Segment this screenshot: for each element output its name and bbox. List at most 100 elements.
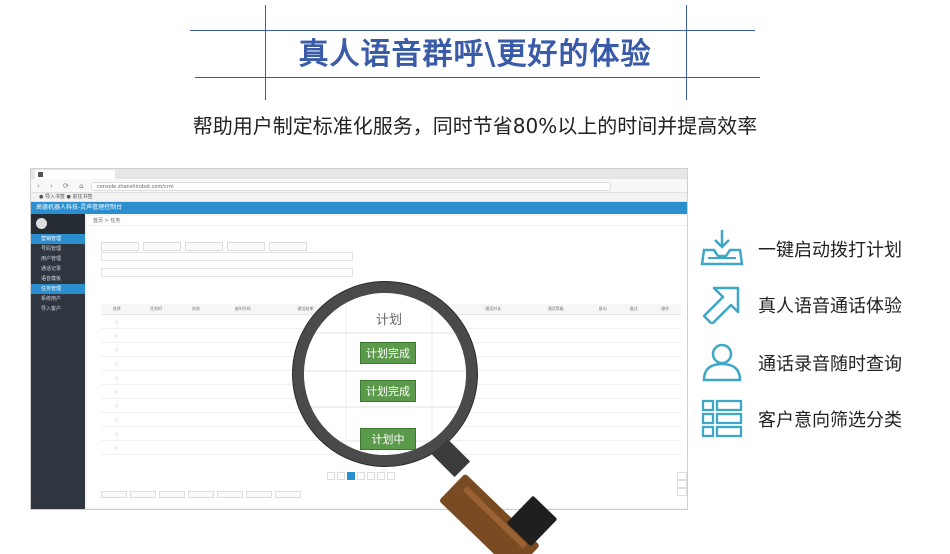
table-cell	[211, 328, 275, 343]
table-cell	[524, 440, 587, 455]
status-badge: 计划中	[360, 428, 416, 450]
page-subtitle: 帮助用户制定标准化服务，同时节省80%以上的时间并提高效率	[192, 114, 758, 138]
feature-item: 客户意向筛选分类	[700, 398, 940, 438]
table-cell	[132, 342, 181, 357]
table-cell	[180, 412, 212, 427]
footer-button	[101, 491, 127, 498]
arrow-up-right-icon	[702, 286, 740, 324]
table-cell: ○	[101, 384, 133, 399]
table-cell: ○	[101, 356, 133, 371]
page-button	[337, 472, 345, 480]
feature-label: 真人语音通话体验	[758, 296, 902, 317]
filter-box	[269, 242, 307, 251]
table-cell	[132, 426, 181, 441]
table-cell	[211, 342, 275, 357]
status-badge: 计划完成	[360, 380, 416, 402]
table-cell	[211, 314, 275, 329]
table-cell	[649, 328, 681, 343]
table-cell	[524, 342, 587, 357]
table-cell	[649, 370, 681, 385]
feature-item: 通话录音随时查询	[700, 342, 940, 382]
table-cell	[587, 412, 619, 427]
footer-button	[275, 491, 301, 498]
table-cell: ○	[101, 398, 133, 413]
table-cell	[132, 314, 181, 329]
sidebar-item: 营销管理	[31, 234, 85, 244]
table-cell	[649, 398, 681, 413]
table-cell	[211, 426, 275, 441]
page-button	[377, 472, 385, 480]
table-cell	[524, 398, 587, 413]
sidebar-user	[31, 214, 85, 234]
table-header: 通话等级	[524, 304, 587, 315]
table-cell	[618, 398, 650, 413]
table-cell: ○	[101, 328, 133, 343]
table-cell	[524, 412, 587, 427]
browser-tabbar	[31, 169, 687, 179]
filter-box	[227, 242, 265, 251]
tab-favicon-icon	[38, 172, 43, 177]
page-button	[387, 472, 395, 480]
table-cell	[461, 328, 525, 343]
table-cell	[132, 412, 181, 427]
browser-tab	[35, 170, 115, 179]
feature-item: 真人语音通话体验	[700, 284, 940, 324]
footer-button	[217, 491, 243, 498]
sidebar-item: 系统用户	[41, 296, 62, 302]
table-cell	[587, 426, 619, 441]
table-cell	[211, 384, 275, 399]
table-header: 备注	[618, 304, 650, 315]
table-cell	[180, 384, 212, 399]
sidebar-item: 号码管理	[41, 246, 62, 252]
table-cell	[618, 412, 650, 427]
table-cell	[649, 412, 681, 427]
search-field-2	[101, 268, 353, 277]
page-button	[357, 472, 365, 480]
table-cell	[132, 370, 181, 385]
table-cell	[211, 412, 275, 427]
table-cell: ○	[101, 440, 133, 455]
title-frame-right-line	[686, 5, 687, 100]
user-icon	[702, 343, 742, 382]
page-title: 真人语音群呼\更好的体验	[298, 37, 652, 72]
console-sidebar: 营销管理 号码管理 用户管理 通话记录 语音模板 任务管理 系统用户 导入客户	[31, 214, 85, 509]
table-cell	[132, 356, 181, 371]
table-cell	[461, 412, 525, 427]
footer-button	[188, 491, 214, 498]
table-header: 任务ID	[132, 304, 181, 315]
url-text: console.zhanshirobot.com/crm	[97, 184, 174, 190]
filter-box	[143, 242, 181, 251]
feature-label: 一键启动拨打计划	[758, 240, 902, 261]
table-header: 状态	[180, 304, 212, 315]
list-category-icon	[701, 399, 743, 438]
filter-row	[101, 236, 346, 251]
magnifier-lens: 计划 计划完成 计划完成 计划中	[293, 282, 477, 466]
magnifier-column-header: 计划	[375, 313, 402, 328]
url-field: console.zhanshirobot.com/crm	[91, 182, 611, 191]
browser-address-bar: ‹ › ⟳ ⌂ console.zhanshirobot.com/crm	[31, 179, 687, 193]
table-cell	[132, 328, 181, 343]
feature-label: 通话录音随时查询	[758, 354, 902, 375]
table-cell	[461, 426, 525, 441]
table-cell	[587, 370, 619, 385]
table-cell	[618, 342, 650, 357]
page-button-current	[347, 472, 355, 480]
table-cell	[180, 440, 212, 455]
table-cell	[524, 384, 587, 399]
table-cell	[587, 440, 619, 455]
filter-box	[101, 242, 139, 251]
table-cell	[618, 314, 650, 329]
search-field	[101, 252, 353, 261]
sidebar-item: 导入客户	[41, 306, 62, 312]
table-cell	[587, 314, 619, 329]
table-cell	[524, 370, 587, 385]
table-cell	[587, 328, 619, 343]
table-cell	[587, 356, 619, 371]
table-cell	[618, 328, 650, 343]
table-cell	[524, 314, 587, 329]
table-cell	[587, 398, 619, 413]
bookmarks-bar: ● 导入书签 ● 前往书签	[31, 193, 687, 202]
sidebar-item: 通话记录	[41, 266, 62, 272]
sidebar-item: 语音模板	[41, 276, 62, 282]
browser-nav-icons: ‹ › ⟳ ⌂	[37, 182, 88, 190]
